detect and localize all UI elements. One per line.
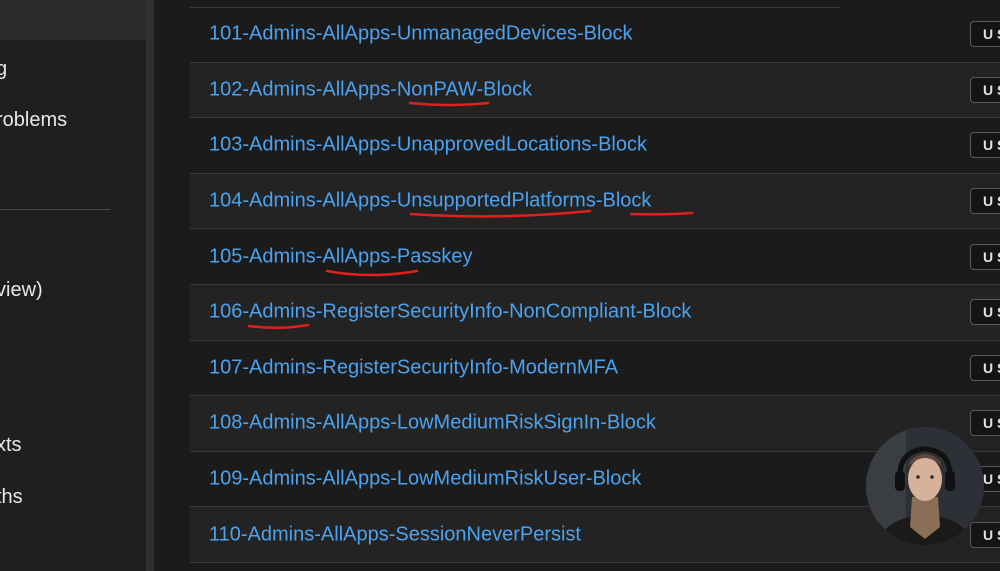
left-navigation: g roblems view) xts ths xyxy=(0,0,146,571)
presenter-webcam xyxy=(866,427,984,545)
policy-name-link[interactable]: 106-Admins-RegisterSecurityInfo-NonCompl… xyxy=(209,301,691,324)
policy-row: 103-Admins-AllApps-UnapprovedLocations-B… xyxy=(190,118,1000,174)
policy-row: 107-Admins-RegisterSecurityInfo-ModernMF… xyxy=(190,341,1000,397)
nav-item[interactable]: xts xyxy=(0,434,22,457)
policy-row: 105-Admins-AllApps-Passkey U S xyxy=(190,229,1000,285)
policy-state-badge: U S xyxy=(970,354,1000,381)
policy-state-badge: U S xyxy=(970,188,1000,215)
policy-state-badge: U S xyxy=(970,21,1000,48)
policy-name-link[interactable]: 109-Admins-AllApps-LowMediumRiskUser-Blo… xyxy=(209,468,641,491)
policy-row: 104-Admins-AllApps-UnsupportedPlatforms-… xyxy=(190,173,1000,230)
policy-state-badge: U S xyxy=(970,410,1000,437)
policy-name-link[interactable]: 105-Admins-AllApps-Passkey xyxy=(209,245,472,268)
nav-item[interactable]: view) xyxy=(0,279,43,302)
policy-name-link[interactable]: 104-Admins-AllApps-UnsupportedPlatforms-… xyxy=(209,190,651,213)
nav-item[interactable]: ths xyxy=(0,486,23,509)
policy-name-link[interactable]: 103-Admins-AllApps-UnapprovedLocations-B… xyxy=(209,134,647,157)
policy-state-badge: U S xyxy=(970,132,1000,159)
content-gutter xyxy=(154,0,190,571)
policy-name-link[interactable]: 107-Admins-RegisterSecurityInfo-ModernMF… xyxy=(209,356,618,379)
policy-row: 102-Admins-AllApps-NonPAW-Block U S xyxy=(190,62,1000,119)
policy-row: 106-Admins-RegisterSecurityInfo-NonCompl… xyxy=(190,285,1000,341)
nav-item[interactable]: g xyxy=(0,58,7,81)
policy-state-badge: U S xyxy=(970,521,1000,548)
policy-state-badge: U S xyxy=(970,243,1000,270)
nav-divider xyxy=(0,209,110,210)
selected-nav-highlight xyxy=(0,0,146,40)
pane-splitter[interactable] xyxy=(146,0,154,571)
nav-item[interactable]: roblems xyxy=(0,109,67,132)
policy-name-link[interactable]: 110-Admins-AllApps-SessionNeverPersist xyxy=(209,523,581,546)
policy-state-badge: U S xyxy=(970,299,1000,326)
policy-row: 101-Admins-AllApps-UnmanagedDevices-Bloc… xyxy=(190,7,1000,63)
presenter-avatar-icon xyxy=(866,427,984,545)
policy-name-link[interactable]: 102-Admins-AllApps-NonPAW-Block xyxy=(209,78,532,101)
policy-state-badge: U S xyxy=(970,76,1000,103)
policy-name-link[interactable]: 101-Admins-AllApps-UnmanagedDevices-Bloc… xyxy=(209,23,633,46)
policy-row: 108-Admins-AllApps-LowMediumRiskSignIn-B… xyxy=(190,396,1000,452)
policy-name-link[interactable]: 108-Admins-AllApps-LowMediumRiskSignIn-B… xyxy=(209,412,656,435)
